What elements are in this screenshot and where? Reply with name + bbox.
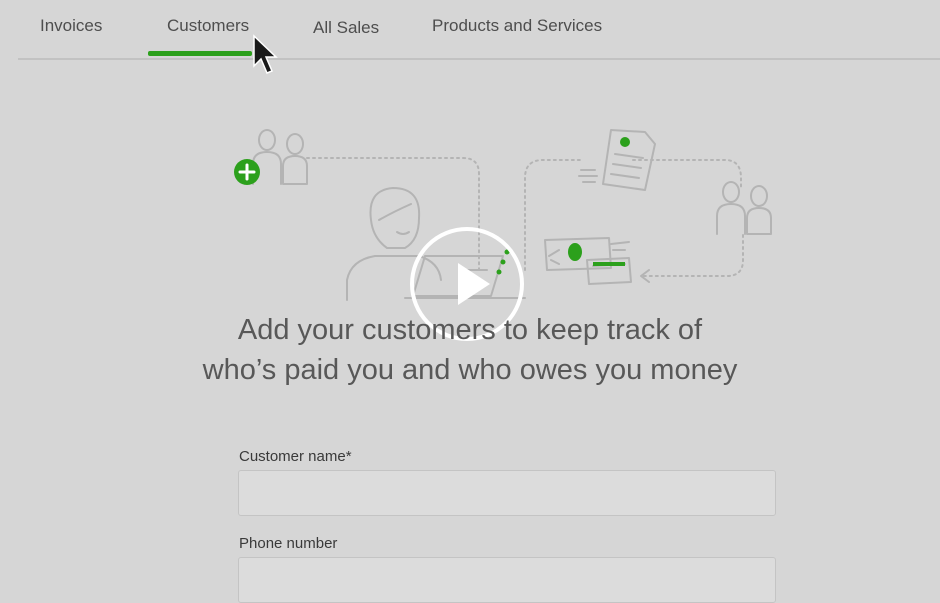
- navigation-tabs: Invoices Customers All Sales Products an…: [18, 0, 940, 60]
- active-tab-indicator: [148, 51, 252, 56]
- tab-invoices[interactable]: Invoices: [40, 16, 102, 36]
- customers-icon: [252, 129, 308, 185]
- customer-name-input[interactable]: [238, 470, 776, 516]
- mouse-cursor-icon: [253, 34, 278, 74]
- phone-number-input[interactable]: [238, 557, 776, 603]
- phone-number-label: Phone number: [239, 535, 338, 552]
- headline-line-2: who’s paid you and who owes you money: [202, 354, 738, 386]
- tab-products-and-services[interactable]: Products and Services: [432, 16, 602, 36]
- headline-line-1: Add your customers to keep track of: [237, 314, 703, 346]
- invoice-document-icon: [578, 129, 656, 191]
- tab-customers[interactable]: Customers: [167, 16, 249, 36]
- customer-name-label: Customer name*: [239, 448, 352, 465]
- headline: Add your customers to keep track of who’…: [200, 310, 740, 390]
- payment-card-icon: [544, 237, 632, 285]
- tab-all-sales[interactable]: All Sales: [313, 18, 379, 38]
